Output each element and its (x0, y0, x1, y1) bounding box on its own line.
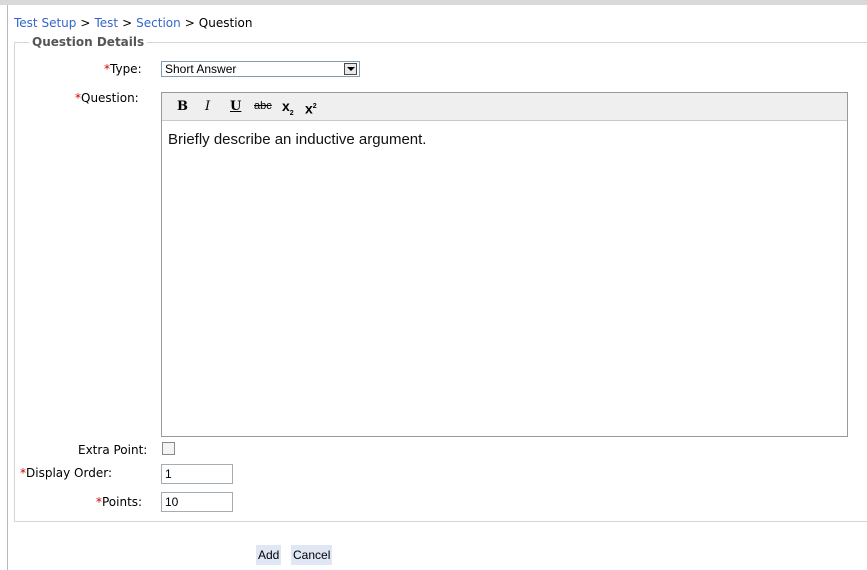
window-top-border (0, 0, 867, 5)
question-label: *Question: (75, 91, 139, 105)
section-legend: Question Details (32, 35, 145, 49)
points-label-text: Points: (102, 495, 143, 509)
extra-point-checkbox[interactable] (162, 442, 175, 455)
type-select-value: Short Answer (165, 62, 237, 76)
window-left-border (7, 5, 8, 570)
question-editor: B I U abc x2 x2 Briefly describe an indu… (161, 92, 848, 437)
chevron-down-icon[interactable] (344, 63, 357, 75)
subscript-mark: 2 (289, 109, 294, 117)
display-order-label-text: Display Order: (26, 466, 112, 480)
bold-button[interactable]: B (177, 93, 188, 120)
display-order-label: *Display Order: (20, 466, 112, 480)
breadcrumb-test[interactable]: Test (94, 16, 118, 30)
breadcrumb-separator: > (122, 16, 133, 30)
superscript-mark: 2 (312, 103, 317, 110)
breadcrumb-separator: > (80, 16, 91, 30)
type-select[interactable]: Short Answer (161, 61, 360, 77)
question-label-text: Question: (81, 91, 139, 105)
breadcrumb-current: Question (198, 16, 253, 30)
breadcrumb-test-setup[interactable]: Test Setup (14, 16, 76, 30)
extra-point-label: Extra Point: (78, 443, 148, 457)
add-button[interactable]: Add (256, 545, 282, 565)
subscript-glyph: x (282, 98, 290, 114)
editor-toolbar: B I U abc x2 x2 (162, 93, 847, 121)
question-text-area[interactable]: Briefly describe an inductive argument. (162, 121, 847, 158)
breadcrumb-separator: > (184, 16, 195, 30)
display-order-input[interactable]: 1 (161, 464, 233, 484)
subscript-button[interactable]: x2 (282, 93, 294, 120)
breadcrumb: Test Setup > Test > Section > Question (14, 16, 252, 30)
type-label-text: Type: (110, 62, 142, 76)
superscript-button[interactable]: x2 (305, 93, 317, 120)
type-label: *Type: (104, 62, 142, 76)
italic-button[interactable]: I (205, 93, 210, 120)
strikethrough-button[interactable]: abc (254, 93, 272, 120)
underline-button[interactable]: U (230, 93, 241, 120)
points-label: *Points: (96, 495, 142, 509)
points-input[interactable]: 10 (161, 492, 233, 512)
breadcrumb-section[interactable]: Section (136, 16, 181, 30)
superscript-glyph: x (305, 100, 313, 117)
question-text: Briefly describe an inductive argument. (168, 131, 427, 148)
cancel-button[interactable]: Cancel (291, 545, 333, 565)
